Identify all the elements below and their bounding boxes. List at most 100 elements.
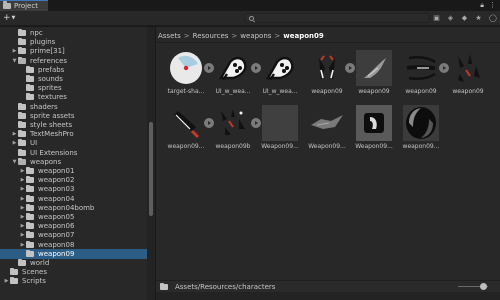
- expand-right-icon[interactable]: ▶: [11, 140, 18, 146]
- expand-right-icon[interactable]: ▶: [19, 205, 26, 211]
- zoom-slider-knob[interactable]: [480, 283, 487, 290]
- folder-icon: [26, 84, 34, 92]
- asset-thumbnail: [450, 50, 486, 86]
- expand-right-icon[interactable]: ▶: [19, 196, 26, 202]
- tree-item-label: shaders: [30, 102, 58, 111]
- folder-icon: [160, 282, 168, 290]
- tree-item-label: UI Extensions: [30, 148, 78, 157]
- asset-item[interactable]: weapon09...: [164, 105, 214, 157]
- breadcrumb-divider: [156, 42, 500, 43]
- add-label: +: [3, 13, 11, 23]
- breadcrumb-separator: >: [183, 32, 190, 40]
- expand-right-icon[interactable]: ▶: [19, 223, 26, 229]
- breadcrumb-separator: >: [231, 32, 238, 40]
- tree-item-label: plugins: [30, 38, 56, 47]
- asset-item[interactable]: Weapon09...: [305, 105, 349, 157]
- status-path: Assets/Resources/characters: [175, 282, 276, 291]
- expand-right-icon[interactable]: ▶: [19, 214, 26, 220]
- expand-right-icon[interactable]: ▶: [19, 232, 26, 238]
- asset-item[interactable]: Weapon09...: [352, 105, 396, 157]
- bottom-strip: [156, 292, 500, 300]
- expand-down-icon[interactable]: ▼: [11, 58, 18, 64]
- window-controls: 🔒︎ ⋮: [480, 1, 496, 10]
- create-icon[interactable]: ▣: [433, 14, 440, 22]
- hidden-packages-icon[interactable]: ◯: [489, 14, 497, 22]
- expand-right-icon[interactable]: ▶: [19, 186, 26, 192]
- expand-right-icon[interactable]: ▶: [19, 168, 26, 174]
- asset-thumbnail: [356, 50, 392, 86]
- folder-icon: [18, 121, 26, 128]
- open-folder-icon: [18, 56, 26, 64]
- tree-item-label: sprites: [38, 84, 62, 93]
- expand-down-icon[interactable]: ▼: [11, 159, 18, 165]
- asset-label: UI_w_wea...: [262, 88, 298, 95]
- asset-item[interactable]: weapon09: [399, 50, 449, 102]
- favorite-icon[interactable]: ★: [475, 14, 482, 22]
- expand-right-icon[interactable]: ▶: [11, 48, 18, 54]
- expand-right-icon[interactable]: ▶: [3, 278, 10, 284]
- chevron-down-icon: ▼: [11, 15, 16, 21]
- tree-item-label: weapon03: [38, 185, 75, 194]
- expand-right-icon[interactable]: ▶: [19, 177, 26, 183]
- filter-by-label-icon[interactable]: ◆: [461, 14, 468, 22]
- asset-item[interactable]: Weapon09...: [258, 105, 302, 157]
- tree-item-label: Scenes: [22, 268, 47, 277]
- asset-label: weapon09: [405, 88, 437, 95]
- breadcrumb-item[interactable]: weapons: [240, 32, 271, 40]
- breadcrumb-separator: >: [274, 32, 281, 40]
- asset-item[interactable]: UI_w_wea...: [258, 50, 302, 102]
- asset-thumbnail: [262, 50, 298, 86]
- asset-thumbnail: [309, 105, 345, 141]
- add-button[interactable]: + ▼: [3, 13, 15, 23]
- breadcrumb-item[interactable]: Resources: [193, 32, 229, 40]
- asset-thumbnail: [168, 50, 204, 86]
- folder-icon: [26, 203, 34, 211]
- filter-by-type-icon[interactable]: ◈: [447, 14, 454, 22]
- asset-item[interactable]: target-sha...: [164, 50, 214, 102]
- tree-item-label: prefabs: [38, 65, 65, 74]
- asset-label: UI_w_wea...: [215, 88, 251, 95]
- asset-item[interactable]: weapon09b: [211, 105, 261, 157]
- tree-item-label: UI: [30, 139, 38, 148]
- asset-item[interactable]: weapon09: [305, 50, 355, 102]
- folder-icon: [18, 139, 26, 147]
- asset-thumbnail: [309, 50, 345, 86]
- expand-right-icon[interactable]: ▶: [11, 131, 18, 137]
- folder-icon: [3, 1, 11, 9]
- folder-icon: [26, 213, 34, 220]
- asset-item[interactable]: weapon09...: [399, 105, 443, 157]
- folder-icon: [18, 47, 26, 55]
- breadcrumb-item[interactable]: weapon09: [283, 32, 323, 40]
- search-input[interactable]: [244, 13, 430, 23]
- open-folder-icon: [18, 157, 26, 165]
- tree-item-label: weapon04: [38, 194, 75, 203]
- expand-right-icon[interactable]: ▶: [19, 242, 26, 248]
- folder-icon: [18, 29, 26, 36]
- asset-label: weapon09b: [215, 143, 251, 150]
- folder-icon: [26, 75, 34, 82]
- tree-item-label: weapon02: [38, 176, 75, 185]
- tree-item-label: sounds: [38, 75, 63, 83]
- asset-thumbnail: [215, 50, 251, 86]
- tree-scroll-thumb[interactable]: [149, 122, 153, 216]
- tab-bar: Project 🔒︎ ⋮: [0, 0, 500, 11]
- tree-item-scripts[interactable]: ▶ Scripts: [0, 276, 147, 286]
- tab-project[interactable]: Project: [0, 0, 48, 11]
- asset-item[interactable]: weapon09: [446, 50, 490, 102]
- asset-item[interactable]: weapon09: [352, 50, 396, 102]
- tree-item-label: weapon09: [38, 249, 75, 258]
- folder-icon: [10, 268, 18, 276]
- folder-icon: [26, 240, 34, 248]
- asset-thumbnail: [168, 105, 204, 141]
- asset-thumbnail: [403, 50, 439, 86]
- breadcrumb-item[interactable]: Assets: [158, 32, 181, 40]
- tree-item-label: weapons: [30, 157, 62, 166]
- folder-icon: [18, 259, 26, 266]
- tree-item-label: weapon06: [38, 222, 75, 231]
- kebab-menu-icon[interactable]: ⋮: [489, 1, 496, 10]
- asset-item[interactable]: UI_w_wea...: [211, 50, 261, 102]
- tree-item-label: weapon01: [38, 167, 75, 175]
- lock-icon[interactable]: 🔒︎: [480, 1, 484, 10]
- tree-item-label: weapon07: [38, 231, 75, 240]
- tree-item-label: TextMeshPro: [30, 130, 74, 139]
